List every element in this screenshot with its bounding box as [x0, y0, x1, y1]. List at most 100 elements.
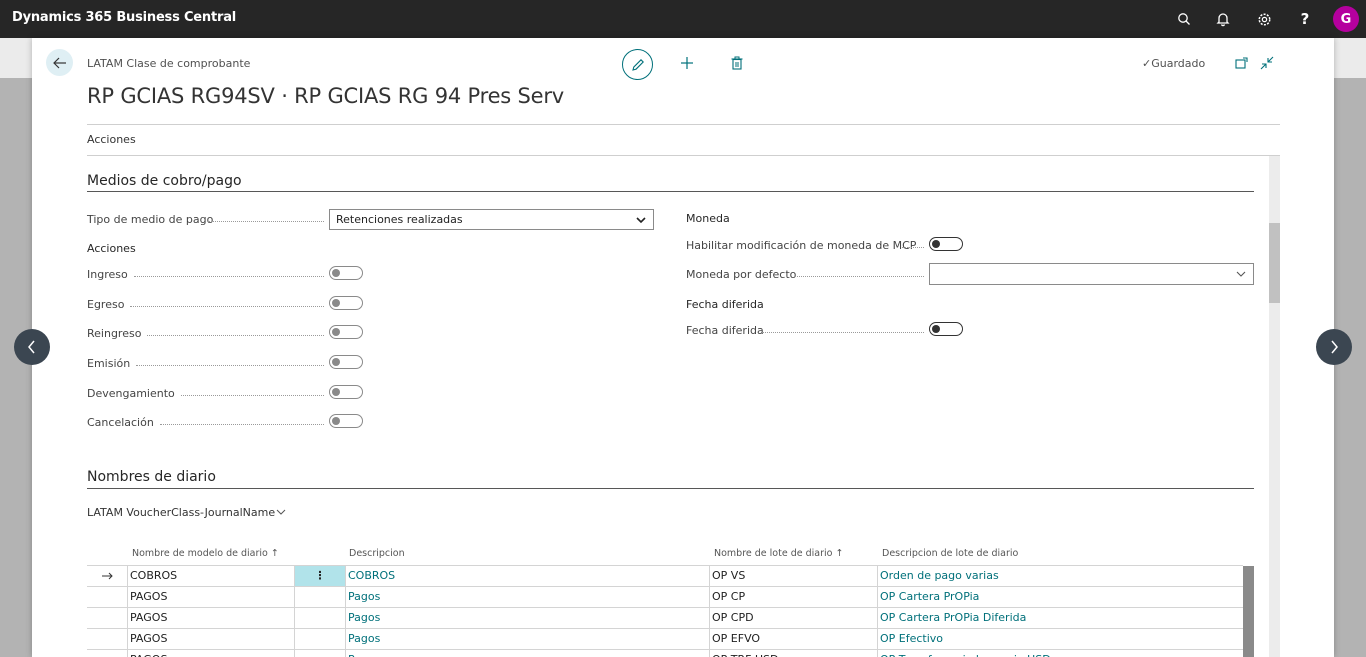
popout-icon — [1234, 57, 1248, 69]
cell-row-actions[interactable] — [294, 608, 345, 628]
current-row-arrow-icon — [87, 566, 127, 586]
column-header-descripcion[interactable]: Descripcion — [349, 548, 405, 559]
cell-desc-lote[interactable]: OP Cartera PrOPia Diferida — [877, 608, 1243, 628]
cell-row-actions[interactable] — [294, 629, 345, 649]
fecha-diferida-toggle[interactable] — [929, 322, 963, 336]
pencil-icon — [631, 58, 644, 71]
app-title: Dynamics 365 Business Central — [12, 10, 237, 25]
toggle-switch[interactable] — [329, 355, 363, 369]
cell-descripcion[interactable]: Pagos — [345, 650, 709, 657]
fecha-diferida-label: Fecha diferida — [686, 324, 764, 337]
cell-lote[interactable]: OP VS — [709, 566, 877, 586]
toggle-switch[interactable] — [329, 385, 363, 399]
cell-descripcion[interactable]: COBROS — [345, 566, 709, 586]
moneda-group-label: Moneda — [686, 212, 730, 225]
cell-desc-lote[interactable]: OP Transferencia bancaria USD — [877, 650, 1243, 657]
dots — [902, 247, 924, 248]
gear-icon[interactable] — [1254, 9, 1274, 29]
row-indicator — [87, 650, 127, 657]
dots — [208, 221, 324, 222]
avatar[interactable]: G — [1333, 6, 1359, 32]
cell-modelo[interactable]: PAGOS — [127, 629, 294, 649]
cell-row-actions[interactable] — [294, 650, 345, 657]
saved-status: ✓Guardado — [1142, 57, 1206, 70]
moneda-defecto-select[interactable] — [929, 263, 1254, 285]
check-icon: ✓ — [1142, 57, 1152, 70]
cell-row-actions[interactable]: ⋮ — [294, 566, 345, 586]
delete-button[interactable] — [727, 53, 747, 73]
previous-record-button[interactable] — [14, 329, 50, 365]
cell-desc-lote[interactable]: Orden de pago varias — [877, 566, 1243, 586]
table-row[interactable]: PAGOS PagosOP TRF USDOP Transferencia ban… — [87, 649, 1243, 657]
dots — [794, 276, 924, 277]
toggle-switch[interactable] — [329, 414, 363, 428]
cell-modelo[interactable]: PAGOS — [127, 587, 294, 607]
chevron-down-icon — [276, 509, 286, 515]
cell-lote[interactable]: OP EFVO — [709, 629, 877, 649]
dots — [160, 424, 324, 425]
page-scrollbar-thumb[interactable] — [1269, 223, 1280, 303]
dots — [136, 365, 324, 366]
next-record-button[interactable] — [1316, 329, 1352, 365]
section-medios-title[interactable]: Medios de cobro/pago — [87, 173, 242, 189]
subpart-title[interactable]: LATAM VoucherClass-JournalName — [87, 506, 286, 519]
search-icon[interactable] — [1174, 9, 1194, 29]
collapse-button[interactable] — [1257, 53, 1277, 73]
toggle-switch[interactable] — [329, 325, 363, 339]
edit-button[interactable] — [622, 49, 653, 80]
cell-descripcion[interactable]: Pagos — [345, 608, 709, 628]
dots — [762, 332, 924, 333]
tipo-medio-select[interactable]: Retenciones realizadas — [329, 209, 654, 230]
cell-modelo[interactable]: PAGOS — [127, 650, 294, 657]
section-diario-title[interactable]: Nombres de diario — [87, 469, 216, 485]
toggle-switch[interactable] — [329, 266, 363, 280]
cell-lote[interactable]: OP CP — [709, 587, 877, 607]
sort-ascending-icon: ↑ — [270, 548, 279, 559]
plus-icon — [681, 57, 693, 69]
row-indicator — [87, 608, 127, 628]
cell-modelo[interactable]: PAGOS — [127, 608, 294, 628]
cell-lote[interactable]: OP CPD — [709, 608, 877, 628]
bell-icon[interactable] — [1213, 9, 1233, 29]
table-row[interactable]: PAGOS Pagos OP EFVO OP Efectivo — [87, 628, 1243, 649]
toggle-label: Emisión — [87, 357, 131, 370]
table-row[interactable]: PAGOS Pagos OP CPD OP Cartera PrOPia Diferi… — [87, 607, 1243, 628]
table-scrollbar[interactable] — [1243, 566, 1254, 657]
table-row[interactable]: COBROS ⋮ COBROS OP VS Orden de pago varias — [87, 565, 1243, 586]
tipo-medio-label: Tipo de medio de pago — [87, 213, 214, 226]
table-row[interactable]: PAGOS Pagos OP CP OP Cartera PrOPia — [87, 586, 1243, 607]
chevron-down-icon — [1236, 271, 1246, 277]
cell-descripcion[interactable]: Pagos — [345, 629, 709, 649]
cell-desc-lote[interactable]: OP Efectivo — [877, 629, 1243, 649]
habilitar-moneda-toggle[interactable] — [929, 237, 963, 251]
dots — [181, 395, 324, 396]
dots — [130, 306, 324, 307]
top-bar: Dynamics 365 Business Central ? G — [0, 0, 1366, 38]
cell-modelo[interactable]: COBROS — [127, 566, 294, 586]
column-header-modelo[interactable]: Nombre de modelo de diario ↑ — [132, 548, 279, 559]
divider — [87, 155, 1280, 156]
actions-tab[interactable]: Acciones — [87, 133, 136, 146]
toggle-label: Devengamiento — [87, 387, 175, 400]
page-title: RP GCIAS RG94SV · RP GCIAS RG 94 Pres Se… — [87, 84, 565, 108]
open-new-window-button[interactable] — [1231, 53, 1251, 73]
column-header-desc-lote[interactable]: Descripcion de lote de diario — [882, 548, 1018, 559]
toggle-label: Reingreso — [87, 327, 142, 340]
more-options-icon[interactable]: ⋮ — [315, 569, 326, 582]
toggle-switch[interactable] — [329, 296, 363, 310]
toggle-label: Ingreso — [87, 268, 128, 281]
cell-descripcion[interactable]: Pagos — [345, 587, 709, 607]
cell-lote[interactable]: OP TRF USD — [709, 650, 877, 657]
row-indicator — [87, 587, 127, 607]
back-button[interactable] — [46, 49, 73, 76]
divider — [87, 124, 1280, 125]
cell-row-actions[interactable] — [294, 587, 345, 607]
sort-ascending-icon: ↑ — [835, 548, 844, 559]
column-header-lote[interactable]: Nombre de lote de diario ↑ — [714, 548, 843, 559]
chevron-right-icon — [1331, 340, 1338, 354]
trash-icon — [731, 56, 743, 70]
new-button[interactable] — [677, 53, 697, 73]
help-icon[interactable]: ? — [1295, 9, 1315, 29]
toggle-label: Egreso — [87, 298, 125, 311]
cell-desc-lote[interactable]: OP Cartera PrOPia — [877, 587, 1243, 607]
